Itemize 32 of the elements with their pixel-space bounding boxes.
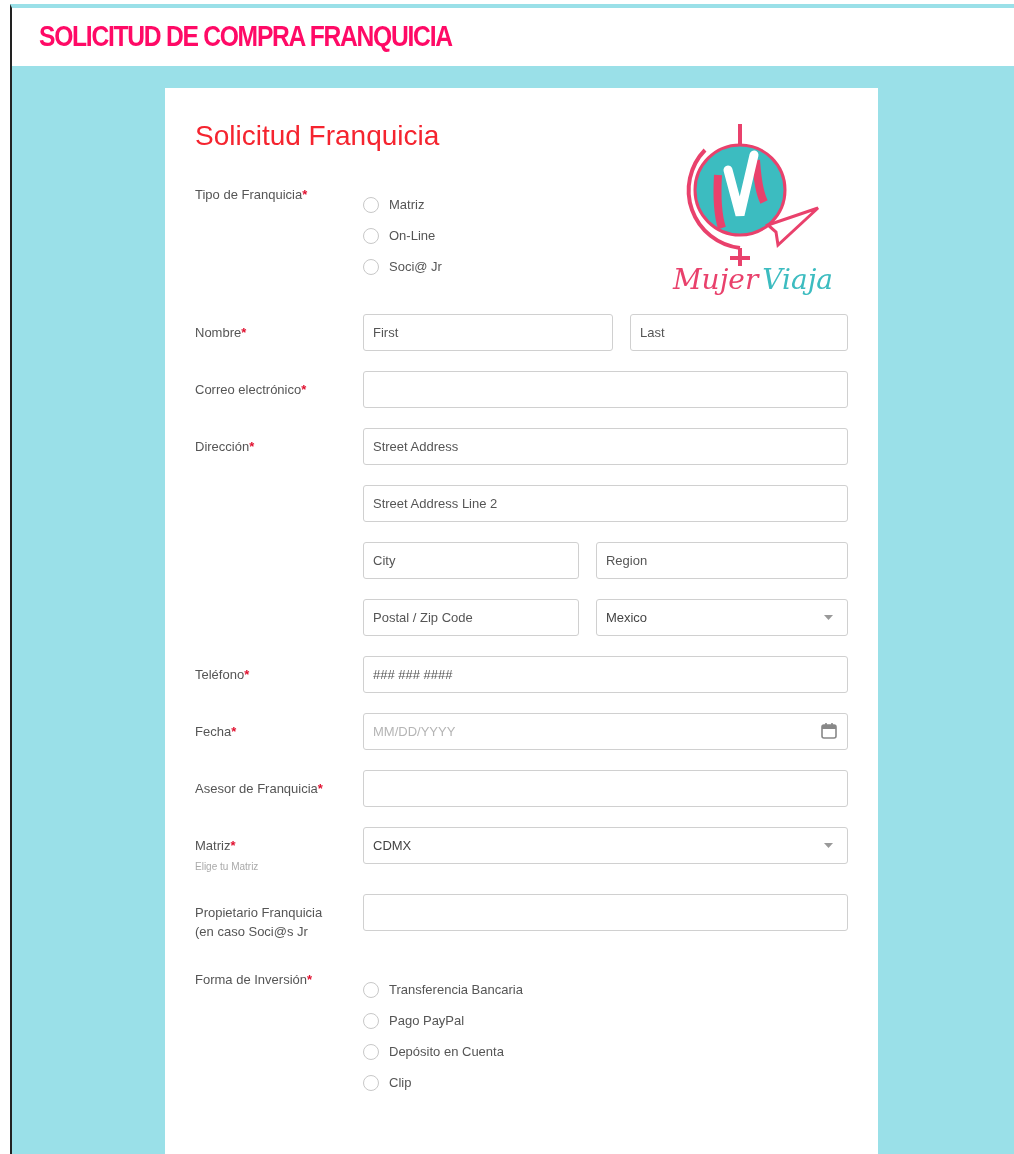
- caret-icon: [824, 843, 833, 848]
- input-field[interactable]: Postal / Zip Code: [363, 599, 579, 636]
- field-label: Dirección*: [195, 438, 256, 456]
- input-field[interactable]: First: [363, 314, 613, 351]
- date-field[interactable]: MM/DD/YYYY: [363, 713, 848, 750]
- input-field[interactable]: Region: [595, 542, 848, 579]
- calendar-icon[interactable]: [820, 722, 838, 740]
- input-field[interactable]: [363, 894, 848, 931]
- form-title: Solicitud Franquicia: [195, 122, 441, 150]
- field-label: Forma de Inversión*: [195, 971, 314, 989]
- dropdown-field[interactable]: CDMX: [363, 827, 848, 864]
- input-field[interactable]: Street Address Line 2: [363, 485, 848, 522]
- dropdown-field[interactable]: Mexico: [595, 599, 848, 636]
- input-field[interactable]: Street Address: [363, 428, 848, 465]
- page-title: SOLICITUD DE COMPRA FRANQUICIA: [39, 19, 452, 55]
- field-label: Fecha*: [195, 723, 238, 741]
- field-label: Propietario Franquicia (en caso Soci@s Jr: [195, 904, 324, 941]
- input-field[interactable]: City: [363, 542, 579, 579]
- caret-icon: [824, 615, 833, 620]
- field-label: Tipo de Franquicia*: [195, 186, 309, 204]
- input-field[interactable]: ### ### ####: [363, 656, 848, 693]
- field-label: Asesor de Franquicia*: [195, 780, 324, 798]
- logo-text: Mujer: [672, 266, 759, 294]
- field-label: Teléfono*: [195, 666, 251, 684]
- field-label: Correo electrónico*: [195, 381, 308, 399]
- field-label: Nombre*: [195, 324, 248, 342]
- field-hint: Elige tu Matriz: [195, 860, 260, 874]
- field-label: Matriz*: [195, 837, 237, 855]
- input-field[interactable]: [363, 770, 848, 807]
- logo-text: Viaja: [762, 266, 834, 294]
- input-field[interactable]: Last: [630, 314, 848, 351]
- input-field[interactable]: [363, 371, 848, 408]
